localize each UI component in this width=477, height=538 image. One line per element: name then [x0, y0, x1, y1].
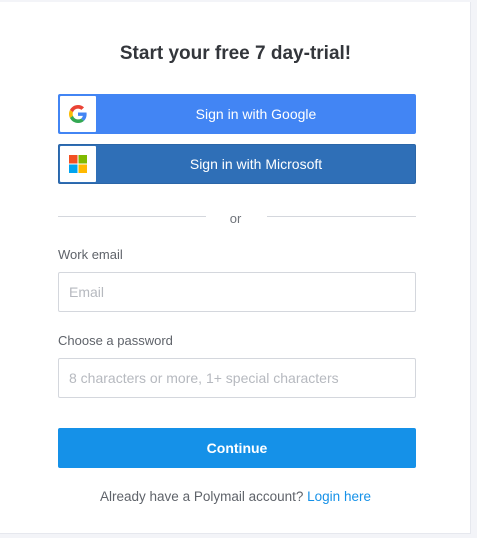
google-signin-label: Sign in with Google — [195, 106, 317, 122]
divider-line-right — [267, 216, 416, 217]
microsoft-logo-icon — [60, 146, 96, 182]
continue-button[interactable]: Continue — [58, 428, 416, 468]
google-g-icon — [60, 96, 96, 132]
email-label: Work email — [58, 247, 123, 262]
login-prompt-text: Already have a Polymail account? — [100, 489, 304, 504]
microsoft-signin-button[interactable]: Sign in with Microsoft — [58, 144, 416, 184]
microsoft-signin-label: Sign in with Microsoft — [189, 156, 323, 172]
password-label: Choose a password — [58, 333, 173, 348]
login-link[interactable]: Login here — [307, 489, 371, 504]
login-prompt: Already have a Polymail account? Login h… — [0, 489, 471, 504]
email-field[interactable] — [58, 272, 416, 312]
password-field[interactable] — [58, 358, 416, 398]
google-signin-button[interactable]: Sign in with Google — [58, 94, 416, 134]
signup-card: Start your free 7 day-trial! Sign in wit… — [0, 2, 471, 534]
divider-or: or — [229, 211, 242, 226]
page-title: Start your free 7 day-trial! — [119, 43, 352, 64]
